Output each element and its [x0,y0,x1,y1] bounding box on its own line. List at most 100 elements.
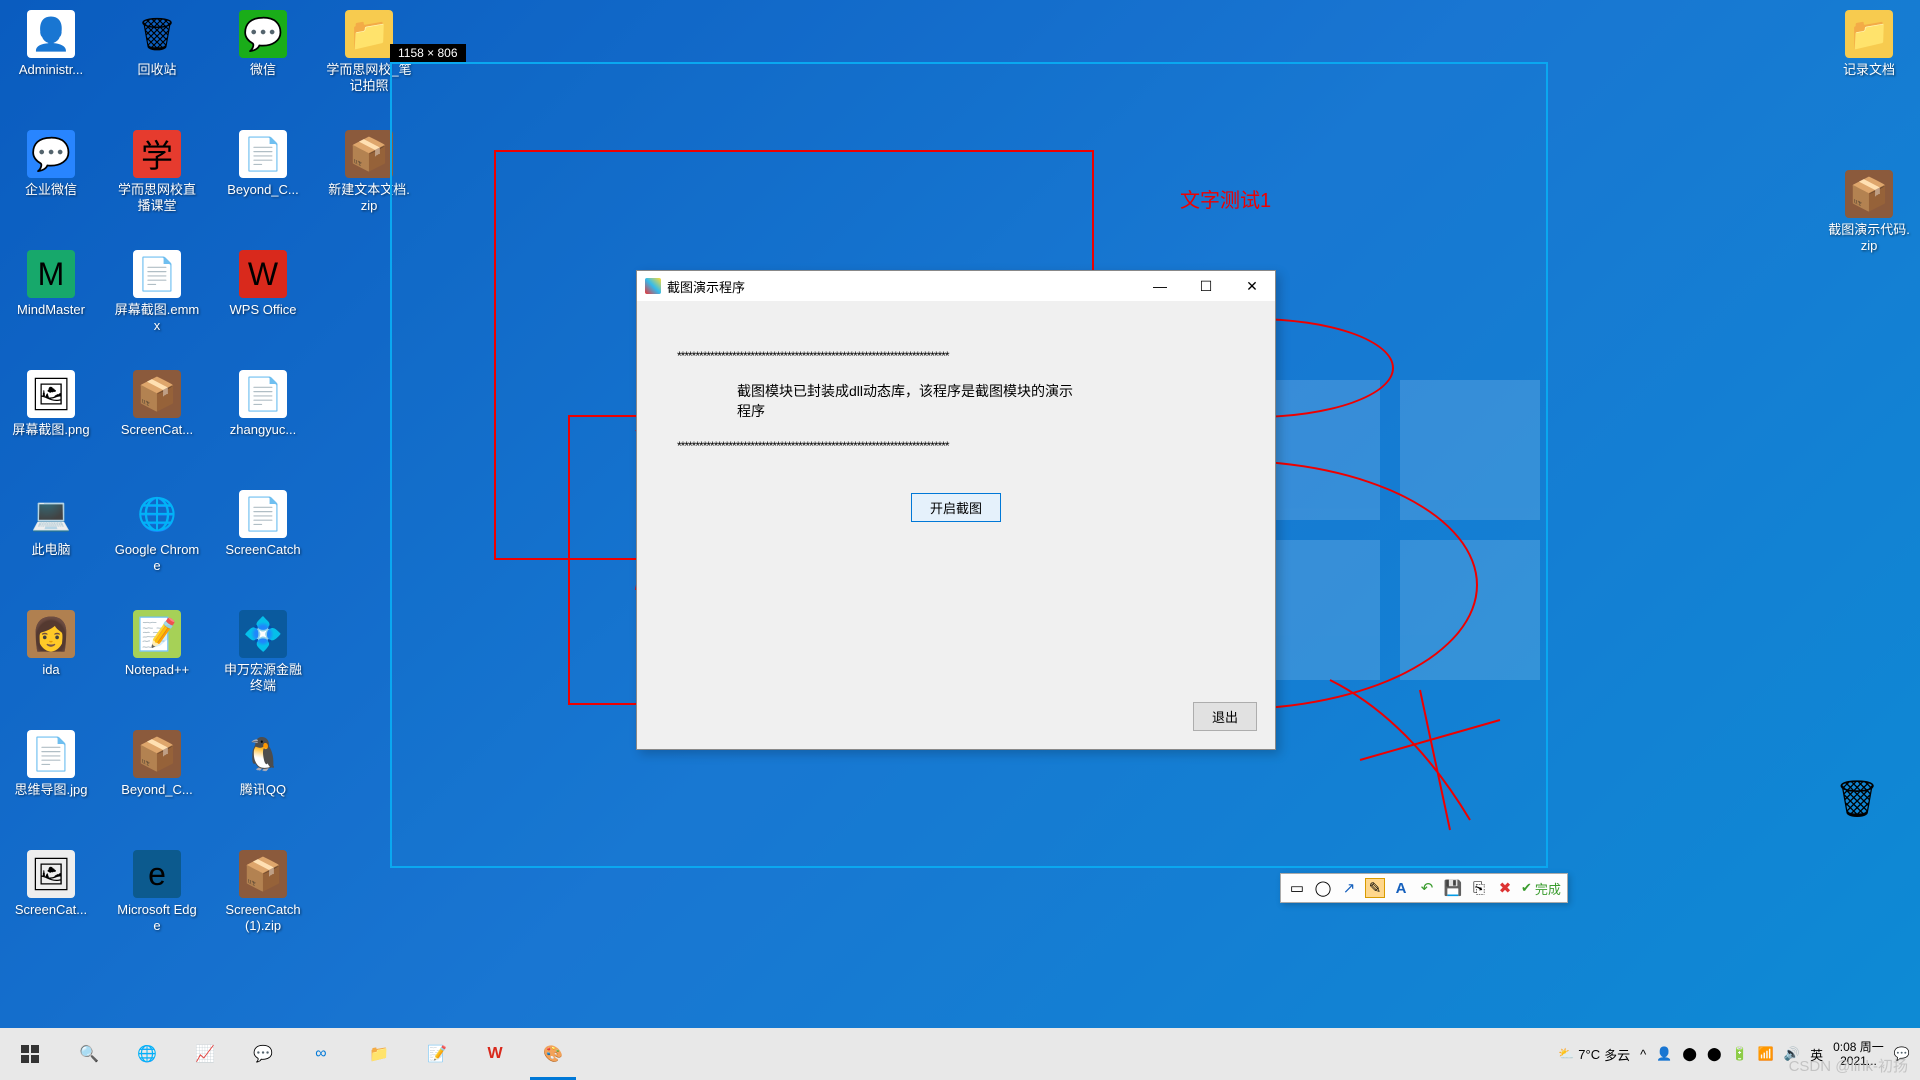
dialog-titlebar[interactable]: 截图演示程序 — ☐ ✕ [637,271,1275,301]
tray-wifi-icon[interactable]: 📶 [1758,1046,1774,1062]
dialog-desc-1: 截图模块已封装成dll动态库，该程序是截图模块的演示 [737,381,1235,401]
icon-thumb: 📦 [1845,170,1893,218]
icon-thumb: 💠 [239,610,287,658]
desktop-icon[interactable]: eMicrosoft Edge [114,850,200,960]
tray-cloud-icon[interactable]: ⬤ [1682,1046,1697,1062]
desktop-icon[interactable]: 🌐 Google Chrome [114,490,200,600]
taskbar-search[interactable]: 🔍 [60,1028,118,1080]
icon-thumb: 🗑 [133,10,181,58]
desktop-icon[interactable]: 学学而思网校直播课堂 [114,130,200,240]
desktop-icons-right: 📁 记录文档 📦截图演示代码.zip [1826,10,1912,280]
taskbar-app1[interactable]: 📈 [176,1028,234,1080]
desktop-icon[interactable]: 💻此电脑 [8,490,94,600]
icon-thumb: 📄 [239,370,287,418]
icon-label: ScreenCat... [121,422,193,438]
tool-cancel-icon[interactable]: ✖ [1495,878,1515,898]
start-button[interactable] [0,1028,60,1080]
icon-thumb: W [239,250,287,298]
icon-label: 企业微信 [25,182,77,198]
weather-widget[interactable]: ⛅ 7°C 多云 [1558,1045,1630,1064]
icon-label: 思维导图.jpg [15,782,88,798]
desktop-icon[interactable]: 🖼ScreenCat... [8,850,94,960]
minimize-button[interactable]: — [1137,271,1183,301]
demo-dialog: 截图演示程序 — ☐ ✕ ***************************… [636,270,1276,750]
exit-button[interactable]: 退出 [1193,702,1257,731]
desktop-icon[interactable]: 🗑回收站 [114,10,200,120]
icon-label: 学而思网校直播课堂 [114,182,200,213]
desktop-icon[interactable]: 🐧腾讯QQ [220,730,306,840]
desktop-icon[interactable]: 📦截图演示代码.zip [1826,170,1912,280]
desktop-icon[interactable]: 💬微信 [220,10,306,120]
icon-thumb: 💬 [239,10,287,58]
icon-label: WPS Office [230,302,297,318]
icon-label: Google Chrome [114,542,200,573]
capture-dimensions-label: 1158 × 806 [390,44,466,62]
desktop-icon[interactable]: 💠 申万宏源金融终端 [220,610,306,720]
taskbar-explorer[interactable]: 📁 [350,1028,408,1080]
desktop-icon[interactable]: 📄ScreenCatch [220,490,306,600]
icon-thumb: e [133,850,181,898]
icon-label: Beyond_C... [121,782,193,798]
icon-label: Administr... [19,62,83,78]
desktop-icon[interactable]: 📄 zhangyuc... [220,370,306,480]
icon-label: 屏幕截图.png [12,422,89,438]
icon-label: 屏幕截图.emmx [114,302,200,333]
tray-chevron-icon[interactable]: ^ [1640,1047,1646,1062]
taskbar-chrome[interactable]: 🌐 [118,1028,176,1080]
icon-thumb: 📄 [27,730,75,778]
desktop-icon[interactable]: 📄屏幕截图.emmx [114,250,200,360]
tool-text-icon[interactable]: A [1391,878,1411,898]
desktop-icon[interactable]: 👤Administr... [8,10,94,120]
desktop-icon[interactable]: W WPS Office [220,250,306,360]
desktop-icon[interactable]: 📄Beyond_C... [220,130,306,240]
tool-ellipse-icon[interactable]: ◯ [1313,878,1333,898]
tool-pen-icon[interactable]: ✎ [1365,878,1385,898]
close-button[interactable]: ✕ [1229,271,1275,301]
desktop-icon[interactable]: 📁 记录文档 [1826,10,1912,120]
desktop-icon[interactable]: 📄 思维导图.jpg [8,730,94,840]
taskbar-wps[interactable]: W [466,1028,524,1080]
tray-user-icon[interactable]: 👤 [1656,1046,1672,1062]
icon-thumb: 🖼 [27,370,75,418]
icon-label: 腾讯QQ [240,782,286,798]
tool-rect-icon[interactable]: ▭ [1287,878,1307,898]
desktop-icon[interactable]: 📝Notepad++ [114,610,200,720]
icon-thumb: 🌐 [133,490,181,538]
dialog-body: ****************************************… [637,301,1275,552]
tool-save-icon[interactable]: 💾 [1443,878,1463,898]
start-capture-button[interactable]: 开启截图 [911,493,1001,522]
icon-label: ida [42,662,59,678]
icon-label: 记录文档 [1843,62,1895,78]
tool-undo-icon[interactable]: ↶ [1417,878,1437,898]
desktop-icon[interactable]: 📦ScreenCat... [114,370,200,480]
csdn-watermark: CSDN @link-初扬 [1789,1055,1908,1076]
desktop-icon[interactable]: 🖼 屏幕截图.png [8,370,94,480]
icon-thumb: 📝 [133,610,181,658]
icon-thumb: 👩 [27,610,75,658]
tool-arrow-icon[interactable]: ↗ [1339,878,1359,898]
desktop-icon[interactable]: 📦ScreenCatch (1).zip [220,850,306,960]
icon-thumb: 💬 [27,130,75,178]
icon-label: 此电脑 [31,542,70,558]
icon-label: zhangyuc... [230,422,297,438]
icon-thumb: 📁 [345,10,393,58]
taskbar-demo-app[interactable]: 🎨 [524,1028,582,1080]
desktop-icon[interactable]: MMindMaster [8,250,94,360]
tray-battery-icon[interactable]: 🔋 [1732,1046,1748,1062]
maximize-button[interactable]: ☐ [1183,271,1229,301]
tool-done-button[interactable]: ✔ 完成 [1521,879,1561,898]
recycle-bin-bottom-right[interactable]: 🗑 [1834,778,1880,820]
tray-app-icon[interactable]: ⬤ [1707,1046,1722,1062]
icon-thumb: 📦 [345,130,393,178]
taskbar-notepad[interactable]: 📝 [408,1028,466,1080]
desktop-icon[interactable]: 💬 企业微信 [8,130,94,240]
desktop-icon[interactable]: 👩 ida [8,610,94,720]
tool-copy-icon[interactable]: ⎘ [1469,878,1489,898]
dialog-title: 截图演示程序 [667,277,745,296]
taskbar-app2[interactable]: 💬 [234,1028,292,1080]
taskbar-vscode[interactable]: ∞ [292,1028,350,1080]
dialog-app-icon [645,278,661,294]
icon-label: 申万宏源金融终端 [220,662,306,693]
icon-thumb: 📁 [1845,10,1893,58]
desktop-icon[interactable]: 📦Beyond_C... [114,730,200,840]
